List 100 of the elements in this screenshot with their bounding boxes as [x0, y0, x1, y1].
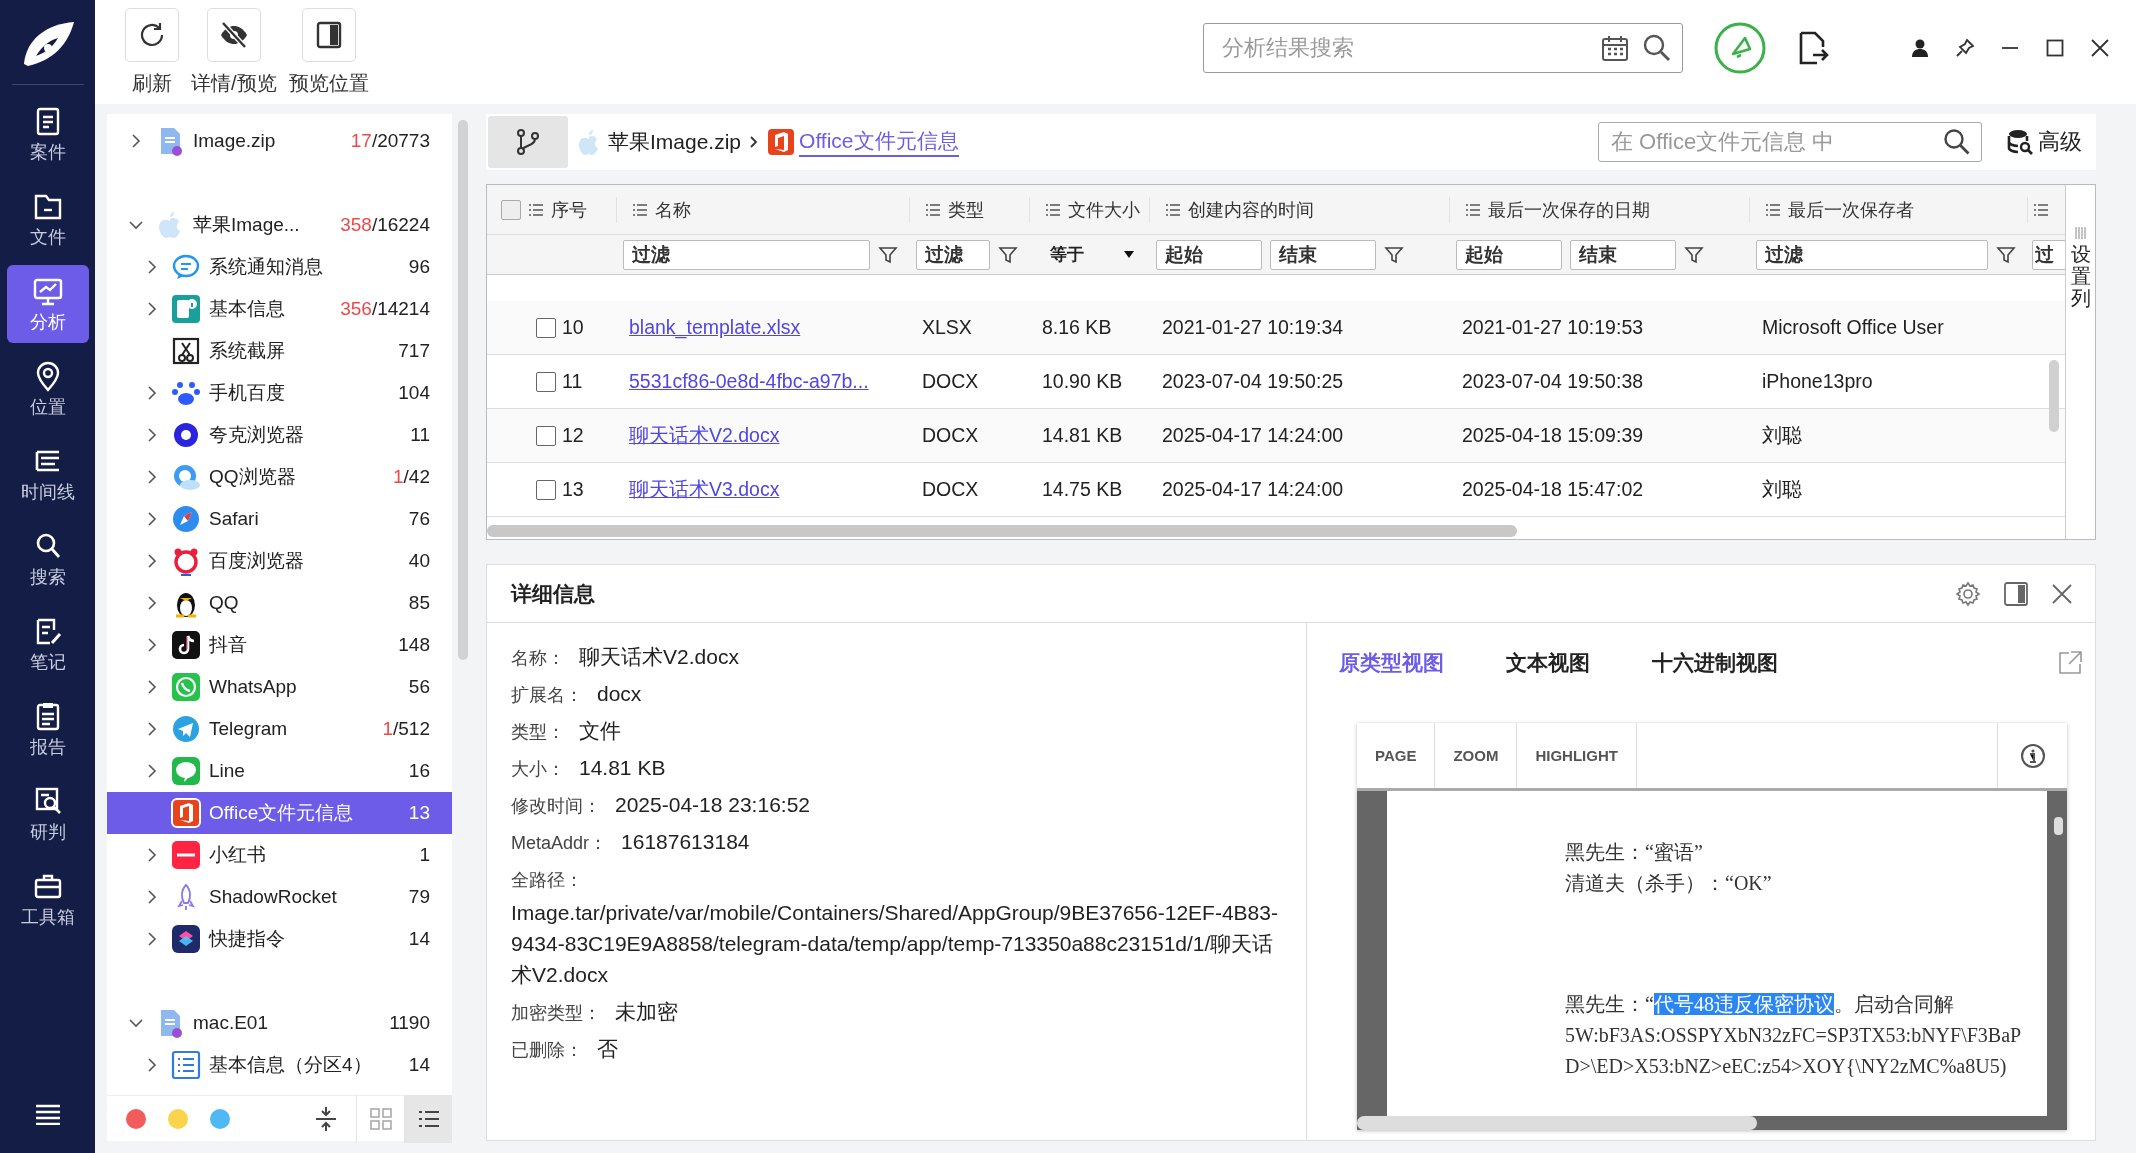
date-from-field[interactable]: 起始: [1156, 239, 1262, 270]
file-link[interactable]: 聊天话术V3.docx: [629, 476, 780, 503]
nav-item[interactable]: 报告: [6, 690, 89, 768]
file-link[interactable]: 聊天话术V2.docx: [629, 422, 780, 449]
nav-item[interactable]: 研判: [6, 775, 89, 853]
date-from-field[interactable]: 起始: [1456, 239, 1562, 270]
search-field[interactable]: 在 Office文件元信息 中: [1598, 122, 1982, 162]
search-input[interactable]: 分析结果搜索: [1220, 34, 1588, 62]
filter-field[interactable]: 过滤: [1756, 239, 1988, 270]
tree-item[interactable]: Image.zip 17/20773: [107, 120, 452, 162]
collapse-icon[interactable]: [314, 1105, 338, 1132]
column-header[interactable]: 最后一次保存者: [1788, 197, 1914, 222]
filter-icon[interactable]: [1384, 244, 1404, 265]
bell-icon[interactable]: [1713, 21, 1767, 75]
tree-item[interactable]: 基本信息（分区4） 14: [107, 1044, 452, 1086]
tree-item[interactable]: Office文件元信息 13: [107, 792, 452, 834]
column-header[interactable]: 类型: [948, 197, 984, 222]
tree-item[interactable]: 手机百度 104: [107, 372, 452, 414]
tree-item[interactable]: QQ 85: [107, 582, 452, 624]
filter-field[interactable]: 过滤: [623, 239, 870, 270]
toolbar-button[interactable]: 详情/预览: [191, 8, 277, 97]
filter-icon[interactable]: [1996, 244, 2016, 265]
tree-item[interactable]: ShadowRocket 79: [107, 876, 452, 918]
filter-field[interactable]: 过滤: [916, 239, 990, 270]
menu-icon[interactable]: [33, 1103, 62, 1125]
checkbox[interactable]: [536, 371, 556, 392]
tree-item[interactable]: mac.E01 1190: [107, 1002, 452, 1044]
tree-item[interactable]: 苹果Image... 358/16224: [107, 204, 452, 246]
view-tab[interactable]: 十六进制视图: [1652, 649, 1778, 677]
tree-item[interactable]: 基本信息 356/14214: [107, 288, 452, 330]
operator-dropdown[interactable]: 等于: [1036, 243, 1134, 266]
branch-button[interactable]: [488, 116, 568, 168]
external-link-icon[interactable]: [2057, 650, 2083, 676]
color-tag-dot[interactable]: [168, 1108, 188, 1129]
scrollbar[interactable]: [2054, 817, 2063, 835]
nav-item[interactable]: 时间线: [6, 435, 89, 513]
column-header[interactable]: 最后一次保存的日期: [1488, 197, 1650, 222]
tree-item[interactable]: 抖音 148: [107, 624, 452, 666]
close-icon[interactable]: [2090, 38, 2110, 58]
advanced-button[interactable]: 高级: [2006, 127, 2082, 157]
close-icon[interactable]: [2051, 582, 2073, 605]
tree-item[interactable]: 系统通知消息 96: [107, 246, 452, 288]
filter-field[interactable]: 过: [2032, 239, 2065, 270]
date-to-field[interactable]: 结束: [1270, 239, 1376, 270]
toolbar-button[interactable]: 预览位置: [288, 8, 369, 97]
tree-item[interactable]: 小红书 1: [107, 834, 452, 876]
viewer-tool-button[interactable]: HIGHLIGHT: [1517, 723, 1637, 788]
scrollbar[interactable]: [2049, 360, 2059, 432]
user-icon[interactable]: [1910, 38, 1930, 58]
color-tag-dot[interactable]: [210, 1108, 230, 1129]
view-tab[interactable]: 原类型视图: [1339, 649, 1444, 677]
breadcrumb-link[interactable]: 苹果Image.zip: [608, 128, 742, 156]
tree-item[interactable]: Safari 76: [107, 498, 452, 540]
tree-item[interactable]: 系统截屏 717: [107, 330, 452, 372]
checkbox[interactable]: [536, 425, 556, 446]
tree-item[interactable]: Telegram 1/512: [107, 708, 452, 750]
nav-item[interactable]: 文件: [6, 180, 89, 258]
column-header[interactable]: 名称: [655, 197, 691, 222]
nav-item[interactable]: 位置: [6, 350, 89, 428]
column-header[interactable]: 文件大小: [1068, 197, 1140, 222]
pin-icon[interactable]: [1955, 38, 1975, 58]
filter-icon[interactable]: [998, 244, 1018, 265]
nav-item[interactable]: 笔记: [6, 605, 89, 683]
nav-item[interactable]: 分析: [6, 265, 89, 343]
tree-item[interactable]: QQ浏览器 1/42: [107, 456, 452, 498]
tree-item[interactable]: 百度浏览器 40: [107, 540, 452, 582]
scrollbar[interactable]: [1357, 1116, 1757, 1130]
filter-icon[interactable]: [1684, 244, 1704, 265]
calendar-icon[interactable]: [1600, 34, 1630, 62]
nav-item[interactable]: 案件: [6, 95, 89, 173]
column-header[interactable]: 创建内容的时间: [1188, 197, 1314, 222]
search-input[interactable]: 在 Office文件元信息 中: [1609, 128, 1943, 156]
nav-item[interactable]: 工具箱: [6, 860, 89, 938]
filter-icon[interactable]: [878, 244, 898, 265]
breadcrumb-link[interactable]: Office文件元信息: [799, 127, 959, 157]
tree-item[interactable]: Line 16: [107, 750, 452, 792]
maximize-icon[interactable]: [2045, 38, 2065, 58]
viewer-tool-button[interactable]: PAGE: [1357, 723, 1436, 788]
color-tag-dot[interactable]: [126, 1108, 146, 1129]
scrollbar[interactable]: [458, 120, 468, 660]
side-panel-icon[interactable]: [2003, 580, 2029, 607]
tree-item[interactable]: WhatsApp 56: [107, 666, 452, 708]
export-file-icon[interactable]: [1797, 31, 1829, 65]
date-to-field[interactable]: 结束: [1570, 239, 1676, 270]
search-icon[interactable]: [1642, 33, 1672, 63]
nav-item[interactable]: 搜索: [6, 520, 89, 598]
file-link[interactable]: 5531cf86-0e8d-4fbc-a97b...: [629, 370, 869, 393]
column-header[interactable]: 序号: [551, 197, 587, 222]
scrollbar[interactable]: [487, 525, 1517, 537]
checkbox[interactable]: [536, 317, 556, 338]
search-icon[interactable]: [1943, 128, 1971, 156]
file-link[interactable]: blank_template.xlsx: [629, 316, 801, 339]
tree-item[interactable]: 夸克浏览器 11: [107, 414, 452, 456]
view-tab[interactable]: 文本视图: [1506, 649, 1590, 677]
checkbox[interactable]: [501, 199, 521, 220]
settings-icon[interactable]: [1955, 580, 1981, 607]
viewer-tool-button[interactable]: ZOOM: [1435, 723, 1518, 788]
search-field[interactable]: 分析结果搜索: [1203, 23, 1683, 73]
checkbox[interactable]: [536, 479, 556, 500]
tree-item[interactable]: 快捷指令 14: [107, 918, 452, 960]
